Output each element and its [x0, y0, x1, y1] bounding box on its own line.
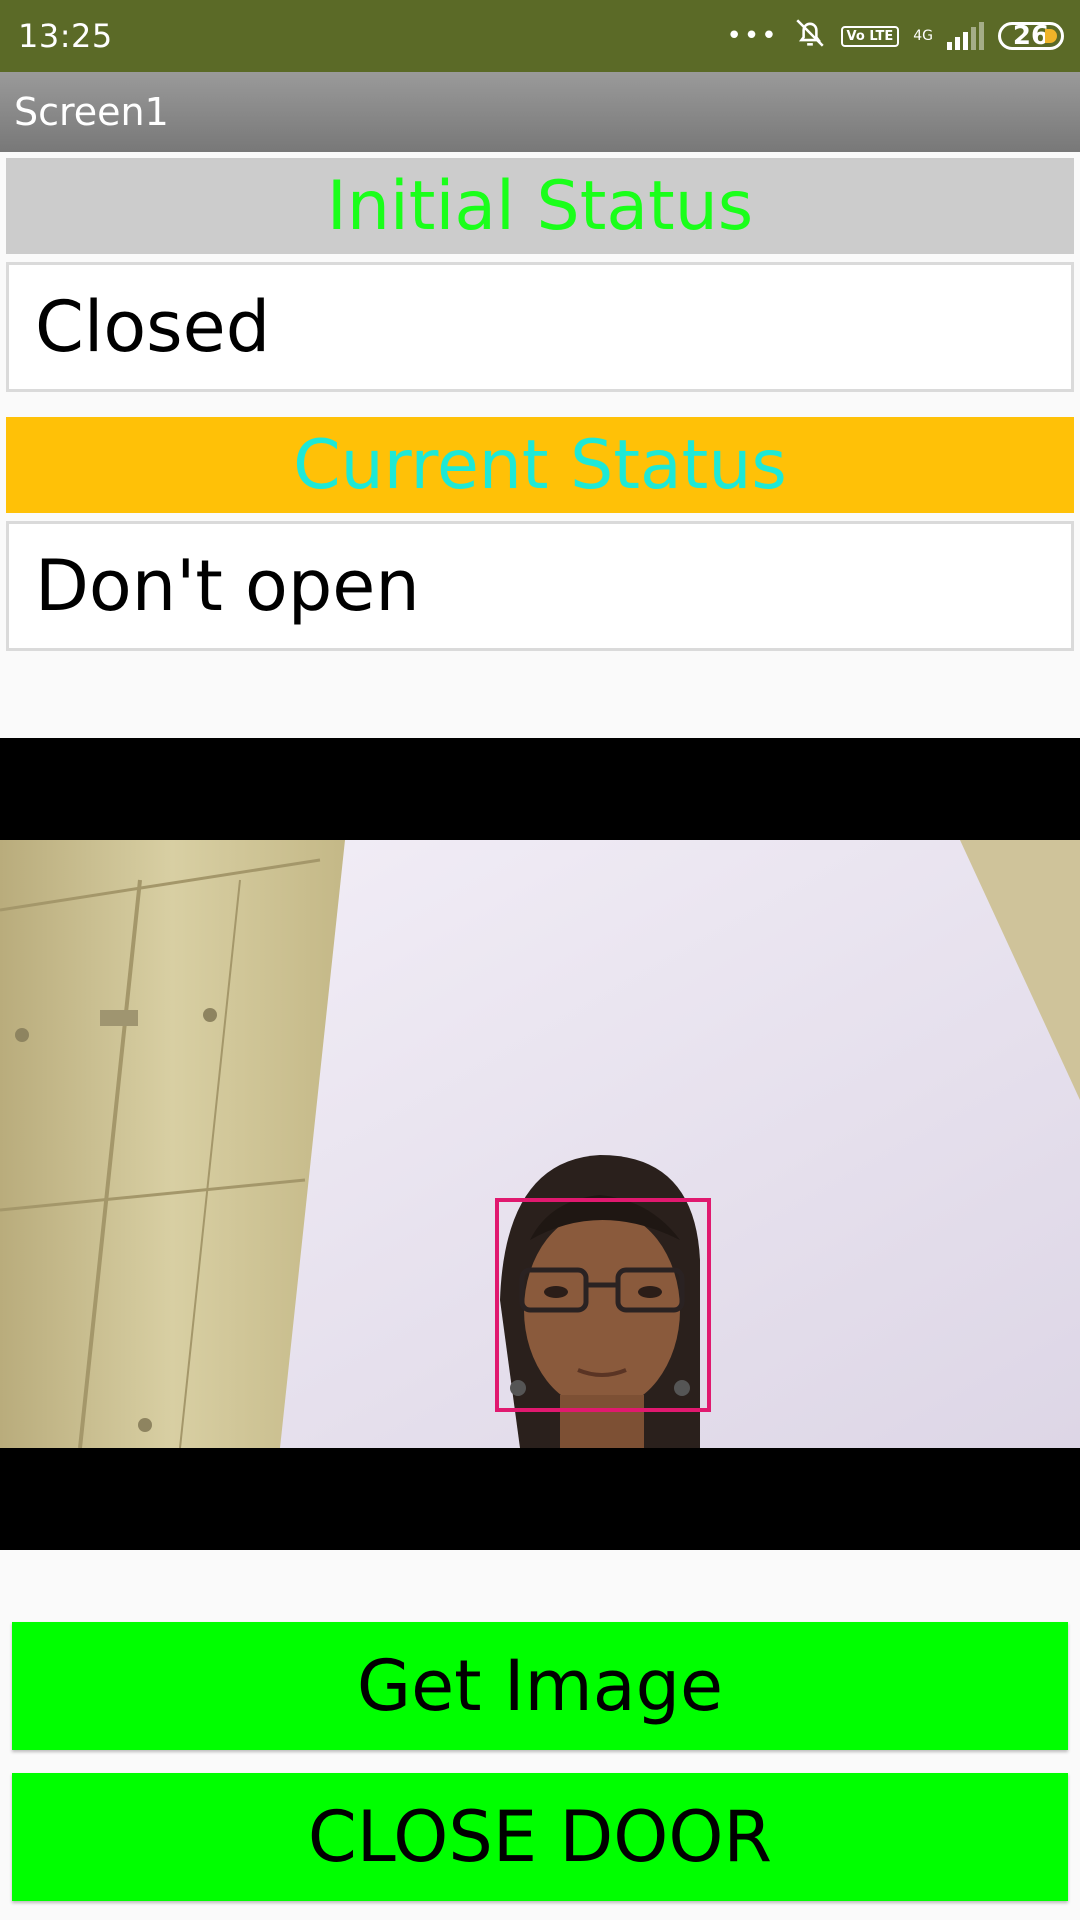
- face-detection-box: [495, 1198, 711, 1412]
- silent-bell-icon: [793, 16, 827, 57]
- image-viewer: [0, 738, 1080, 1550]
- network-type: 4G: [913, 28, 933, 44]
- get-image-button[interactable]: Get Image: [12, 1622, 1068, 1750]
- status-icons: ••• Vo LTE 4G 26: [727, 16, 1064, 57]
- battery-icon: 26: [998, 21, 1064, 51]
- current-status-label: Current Status: [6, 417, 1074, 513]
- app-title-bar: Screen1: [0, 72, 1080, 152]
- initial-status-value: Closed: [6, 262, 1074, 392]
- volte-icon: Vo LTE: [840, 25, 900, 47]
- screen-title: Screen1: [14, 90, 169, 134]
- current-status-value: Don't open: [6, 521, 1074, 651]
- initial-status-label: Initial Status: [6, 158, 1074, 254]
- status-bar: 13:25 ••• Vo LTE 4G 26: [0, 0, 1080, 72]
- status-time: 13:25: [18, 17, 113, 55]
- battery-level: 26: [1012, 21, 1050, 51]
- more-notifications-icon: •••: [726, 21, 779, 51]
- captured-photo: [0, 840, 1080, 1448]
- close-door-button[interactable]: CLOSE DOOR: [12, 1773, 1068, 1901]
- signal-icon: [947, 22, 984, 50]
